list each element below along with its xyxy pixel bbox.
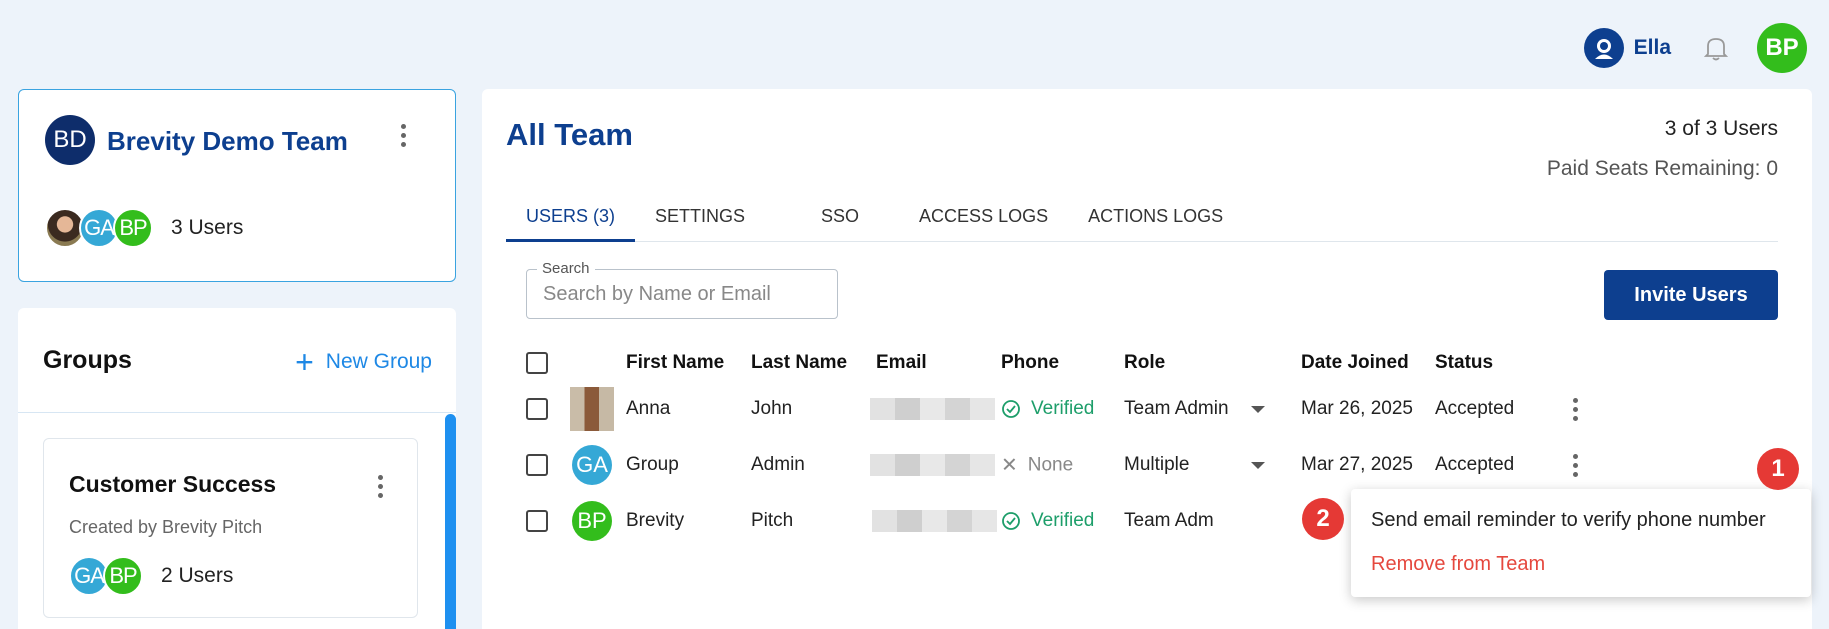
- phone-status: Verified: [1001, 398, 1094, 420]
- role-select[interactable]: Team Admin: [1124, 398, 1229, 420]
- row-avatar: BP: [572, 501, 612, 541]
- ella-assistant[interactable]: Ella: [1583, 28, 1671, 68]
- ella-avatar-icon[interactable]: [1583, 28, 1624, 68]
- row-checkbox[interactable]: [526, 510, 548, 532]
- first-name: Brevity: [626, 510, 685, 531]
- tab-sso[interactable]: SSO: [765, 202, 899, 242]
- new-group-label: New Group: [325, 350, 432, 373]
- user-count: 3 of 3 Users: [1664, 117, 1778, 140]
- row-context-menu: Send email reminder to verify phone numb…: [1351, 489, 1811, 597]
- group-member-avatars: GA BP 2 Users: [69, 556, 233, 596]
- status: Accepted: [1435, 454, 1515, 475]
- first-name: Anna: [626, 398, 671, 419]
- seats-remaining: Paid Seats Remaining: 0: [1546, 157, 1778, 180]
- member-avatar: BP: [103, 556, 143, 596]
- date-joined: Mar 27, 2025: [1301, 454, 1413, 475]
- email-redacted: [870, 398, 995, 420]
- group-card[interactable]: Customer Success Created by Brevity Pitc…: [43, 438, 418, 618]
- step-marker-1: 1: [1757, 448, 1799, 490]
- phone-status-label: Verified: [1031, 510, 1095, 531]
- member-avatar: BP: [113, 208, 153, 248]
- send-reminder-menu-item[interactable]: Send email reminder to verify phone numb…: [1371, 509, 1766, 532]
- close-icon: ✕: [1001, 454, 1018, 477]
- check-circle-icon: [1002, 512, 1020, 530]
- groups-panel: Groups + New Group Customer Success Crea…: [18, 308, 456, 629]
- last-name: Admin: [751, 454, 805, 475]
- team-users-count: 3 Users: [171, 216, 244, 239]
- column-header[interactable]: Role: [1124, 352, 1165, 374]
- chevron-down-icon[interactable]: [1251, 406, 1265, 413]
- top-bar: Ella BP: [1583, 18, 1807, 78]
- tab-actions-logs[interactable]: ACTIONS LOGS: [1068, 202, 1243, 242]
- group-created-by: Created by Brevity Pitch: [69, 517, 263, 537]
- tab-users[interactable]: USERS (3): [506, 202, 636, 242]
- email-redacted: [872, 510, 997, 532]
- user-avatar[interactable]: BP: [1757, 23, 1807, 73]
- tab-bar: USERS (3) SETTINGS SSO ACCESS LOGS ACTIO…: [506, 202, 1778, 242]
- invite-users-button[interactable]: Invite Users: [1604, 270, 1778, 320]
- column-header[interactable]: First Name: [626, 352, 724, 374]
- first-name: Group: [626, 454, 679, 475]
- ella-name[interactable]: Ella: [1634, 36, 1671, 60]
- bell-icon[interactable]: [1701, 33, 1731, 63]
- page-title: All Team: [506, 117, 633, 152]
- team-more-icon[interactable]: [391, 120, 415, 150]
- role-select[interactable]: Multiple: [1124, 454, 1189, 476]
- row-more-icon[interactable]: [1563, 450, 1587, 480]
- group-name: Customer Success: [69, 471, 277, 497]
- row-checkbox[interactable]: [526, 454, 548, 476]
- check-circle-icon: [1002, 400, 1020, 418]
- phone-status-label: None: [1027, 454, 1074, 475]
- group-more-icon[interactable]: [368, 471, 392, 501]
- last-name: John: [751, 398, 793, 419]
- role-select[interactable]: Team Adm: [1124, 510, 1214, 532]
- new-group-button[interactable]: + New Group: [295, 346, 432, 378]
- team-avatar: BD: [45, 115, 95, 165]
- step-marker-2: 2: [1302, 498, 1344, 540]
- column-header[interactable]: Email: [876, 352, 927, 374]
- row-avatar: GA: [572, 445, 612, 485]
- column-header[interactable]: Status: [1435, 352, 1493, 374]
- team-card[interactable]: BD Brevity Demo Team GA BP 3 Users: [18, 89, 456, 282]
- table-row[interactable]: GA Group Admin ✕ None Multiple Mar 27, 2…: [526, 437, 1778, 493]
- row-more-icon[interactable]: [1563, 394, 1587, 424]
- row-checkbox[interactable]: [526, 398, 548, 420]
- groups-title: Groups: [43, 346, 132, 374]
- team-name[interactable]: Brevity Demo Team: [107, 126, 348, 157]
- column-header[interactable]: Date Joined: [1301, 352, 1409, 374]
- plus-icon: +: [295, 344, 314, 380]
- row-photo-avatar: [570, 387, 614, 431]
- tab-settings[interactable]: SETTINGS: [635, 202, 765, 242]
- phone-status: Verified: [1001, 510, 1094, 532]
- date-joined: Mar 26, 2025: [1301, 398, 1413, 419]
- email-redacted: [870, 454, 995, 476]
- team-member-avatars: GA BP 3 Users: [45, 208, 243, 248]
- column-header[interactable]: Last Name: [751, 352, 847, 374]
- search-field[interactable]: Search: [526, 260, 838, 319]
- column-header[interactable]: Phone: [1001, 352, 1059, 374]
- phone-status: ✕ None: [1001, 453, 1073, 478]
- phone-status-label: Verified: [1031, 398, 1095, 419]
- remove-from-team-menu-item[interactable]: Remove from Team: [1371, 553, 1545, 576]
- last-name: Pitch: [751, 510, 794, 531]
- group-users-count: 2 Users: [161, 564, 234, 587]
- search-input[interactable]: [527, 270, 837, 318]
- divider: [18, 412, 456, 413]
- tab-access-logs[interactable]: ACCESS LOGS: [899, 202, 1068, 242]
- select-all-checkbox[interactable]: [526, 352, 548, 374]
- chevron-down-icon[interactable]: [1251, 462, 1265, 469]
- status: Accepted: [1435, 398, 1515, 419]
- groups-scrollbar[interactable]: [445, 414, 456, 629]
- table-row[interactable]: Anna John Verified Team Admin Mar 26, 20…: [526, 381, 1778, 437]
